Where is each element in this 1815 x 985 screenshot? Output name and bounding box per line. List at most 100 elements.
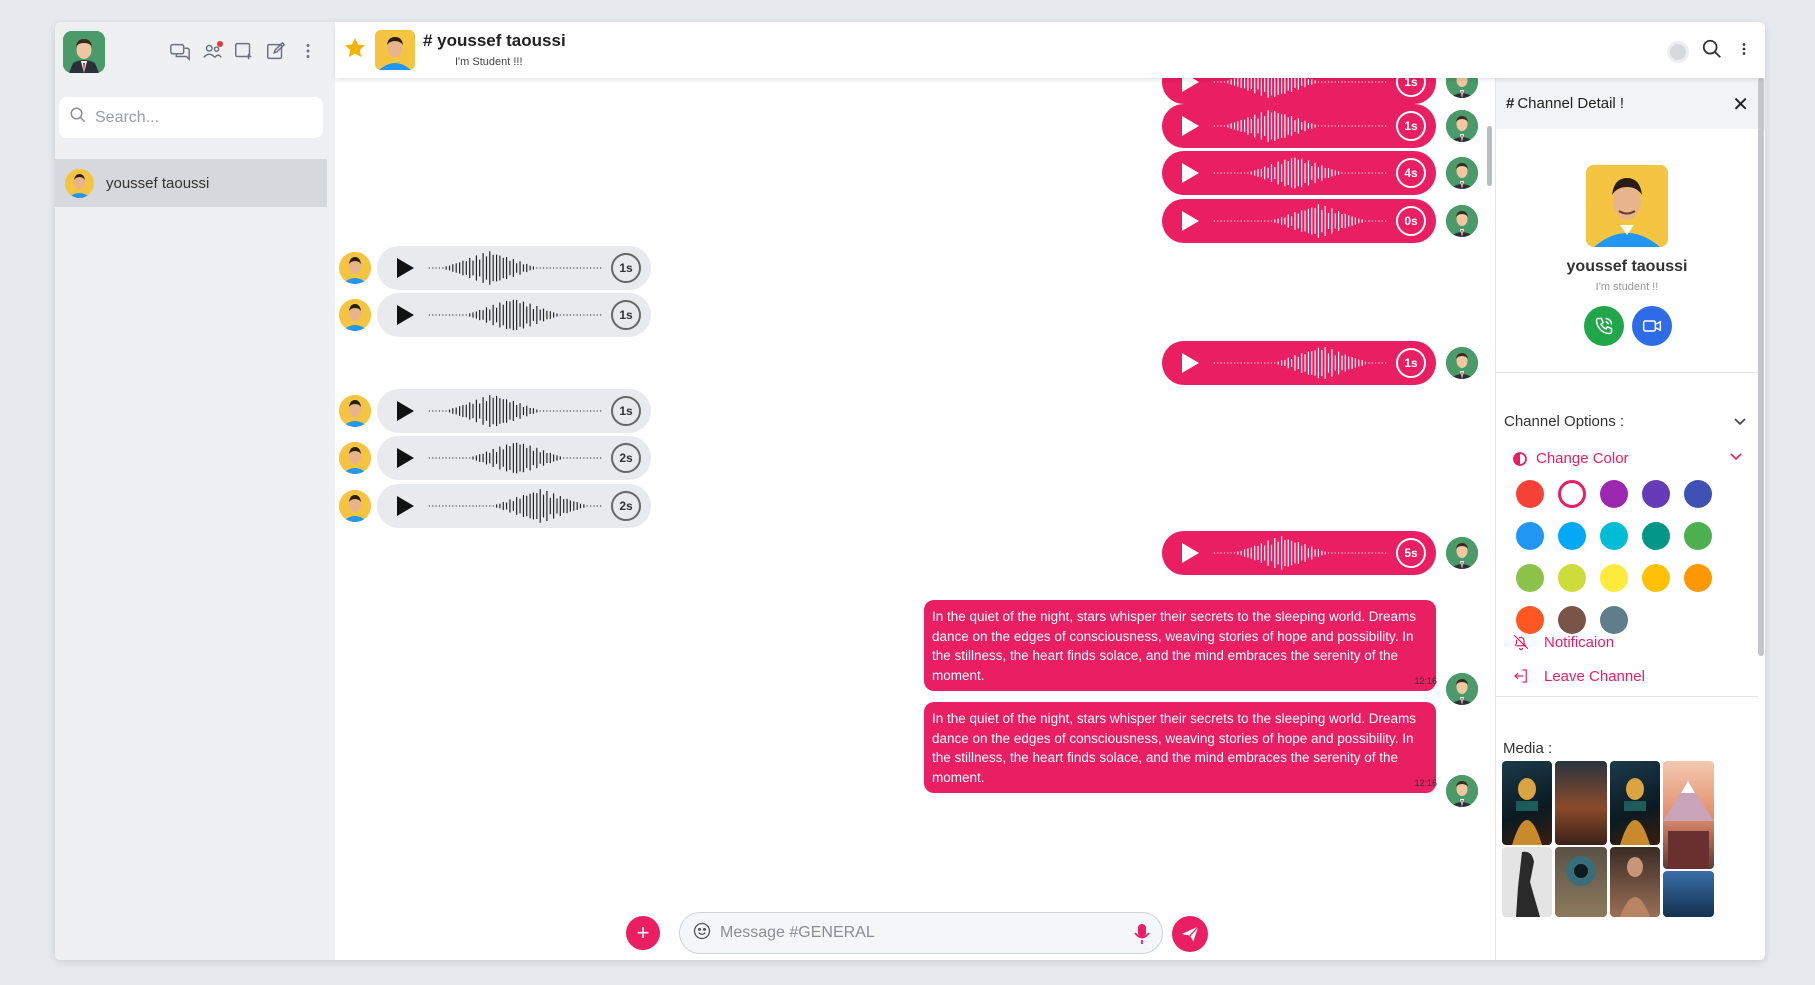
media-thumbnail[interactable] — [1663, 761, 1714, 869]
channel-title: # youssef taoussi — [423, 31, 566, 50]
waveform — [428, 395, 602, 427]
phone-icon — [1595, 317, 1613, 335]
search-icon[interactable] — [1701, 38, 1723, 65]
color-swatch[interactable] — [1684, 480, 1712, 508]
voice-call-button[interactable] — [1584, 306, 1624, 346]
color-swatch[interactable] — [1642, 480, 1670, 508]
change-color-toggle[interactable]: Change Color — [1512, 450, 1629, 467]
play-icon[interactable] — [391, 444, 419, 472]
search-input[interactable] — [95, 108, 295, 127]
text-message: In the quiet of the night, stars whisper… — [924, 702, 1478, 807]
voice-bubble: 1s — [377, 389, 651, 433]
more-vertical-icon[interactable] — [1735, 38, 1753, 65]
play-icon[interactable] — [1176, 539, 1204, 567]
hash-symbol: # — [1506, 95, 1515, 112]
voice-bubble: 1s — [1162, 104, 1436, 148]
more-vertical-icon[interactable] — [297, 40, 319, 62]
color-swatch[interactable] — [1684, 564, 1712, 592]
duration-badge: 1s — [1396, 348, 1426, 378]
color-swatch[interactable] — [1558, 480, 1586, 508]
avatar — [1446, 205, 1478, 237]
video-icon — [1642, 320, 1662, 332]
send-icon — [1181, 926, 1199, 942]
chat-bubbles-icon[interactable] — [169, 40, 191, 62]
voice-message: 0s — [1162, 199, 1478, 243]
avatar — [1446, 157, 1478, 189]
color-swatch[interactable] — [1558, 522, 1586, 550]
message-time: 12:16 — [1414, 778, 1437, 788]
play-icon[interactable] — [391, 301, 419, 329]
color-swatch[interactable] — [1516, 564, 1544, 592]
message-bubble: In the quiet of the night, stars whisper… — [924, 600, 1436, 691]
color-swatch[interactable] — [1642, 564, 1670, 592]
play-icon[interactable] — [1176, 349, 1204, 377]
detail-status: I'm student !! — [1595, 281, 1659, 293]
notification-button[interactable]: Notificaion — [1512, 633, 1614, 651]
color-swatch[interactable] — [1516, 522, 1544, 550]
color-swatch[interactable] — [1600, 522, 1628, 550]
close-icon[interactable]: ✕ — [1732, 92, 1749, 117]
color-swatch[interactable] — [1684, 522, 1712, 550]
attach-button[interactable]: + — [626, 916, 660, 950]
chevron-down-icon[interactable] — [1733, 415, 1747, 434]
color-swatch[interactable] — [1600, 606, 1628, 634]
voice-bubble: 2s — [377, 436, 651, 480]
media-thumbnail[interactable] — [1555, 761, 1607, 845]
play-icon[interactable] — [391, 397, 419, 425]
duration-badge: 5s — [1396, 538, 1426, 568]
color-swatch[interactable] — [1600, 564, 1628, 592]
message-box[interactable] — [679, 912, 1163, 954]
microphone-icon[interactable] — [1134, 923, 1150, 950]
emoji-icon[interactable] — [692, 921, 712, 946]
media-thumbnail[interactable] — [1502, 761, 1552, 845]
play-icon[interactable] — [391, 254, 419, 282]
play-icon[interactable] — [391, 492, 419, 520]
voice-bubble: 1s — [1162, 78, 1436, 104]
star-icon[interactable] — [343, 36, 367, 65]
waveform — [428, 442, 602, 474]
media-thumbnail[interactable] — [1610, 761, 1660, 845]
users-icon[interactable] — [201, 40, 223, 62]
message-bubble: In the quiet of the night, stars whisper… — [924, 702, 1436, 793]
color-swatch[interactable] — [1642, 522, 1670, 550]
avatar — [339, 490, 371, 522]
panel-scrollbar[interactable] — [1758, 78, 1764, 656]
avatar — [339, 395, 371, 427]
message-input[interactable] — [720, 924, 1100, 942]
color-swatch[interactable] — [1558, 564, 1586, 592]
media-thumbnail[interactable] — [1555, 847, 1607, 917]
play-icon[interactable] — [1176, 159, 1204, 187]
avatar — [1446, 78, 1478, 98]
send-button[interactable] — [1172, 916, 1208, 952]
edit-icon[interactable] — [265, 40, 287, 62]
chevron-down-icon[interactable] — [1729, 450, 1743, 469]
leave-channel-label: Leave Channel — [1544, 667, 1645, 685]
my-avatar[interactable] — [63, 31, 105, 73]
color-swatch[interactable] — [1558, 606, 1586, 634]
contact-item[interactable]: youssef taoussi — [55, 159, 327, 207]
voice-bubble: 4s — [1162, 151, 1436, 195]
avatar — [339, 252, 371, 284]
leave-icon — [1514, 669, 1527, 683]
color-swatch[interactable] — [1516, 480, 1544, 508]
search-box[interactable] — [59, 97, 323, 138]
media-thumbnail[interactable] — [1502, 847, 1552, 917]
video-call-button[interactable] — [1632, 306, 1672, 346]
add-to-list-icon[interactable] — [233, 40, 255, 62]
play-icon[interactable] — [1176, 207, 1204, 235]
composer: + — [335, 912, 1490, 960]
contact-name: youssef taoussi — [106, 174, 210, 192]
media-thumbnail[interactable] — [1610, 847, 1660, 917]
leave-channel-button[interactable]: Leave Channel — [1512, 667, 1645, 685]
header-actions — [1667, 38, 1753, 65]
avatar — [339, 299, 371, 331]
play-icon[interactable] — [1176, 112, 1204, 140]
media-thumbnail[interactable] — [1663, 871, 1714, 917]
voice-message: 1s — [339, 389, 651, 433]
chat-scrollbar[interactable] — [1487, 126, 1492, 186]
color-swatch[interactable] — [1600, 480, 1628, 508]
sidebar-header — [55, 22, 335, 100]
notification-dot — [217, 41, 223, 47]
play-icon[interactable] — [1176, 78, 1204, 96]
color-swatch[interactable] — [1516, 606, 1544, 634]
